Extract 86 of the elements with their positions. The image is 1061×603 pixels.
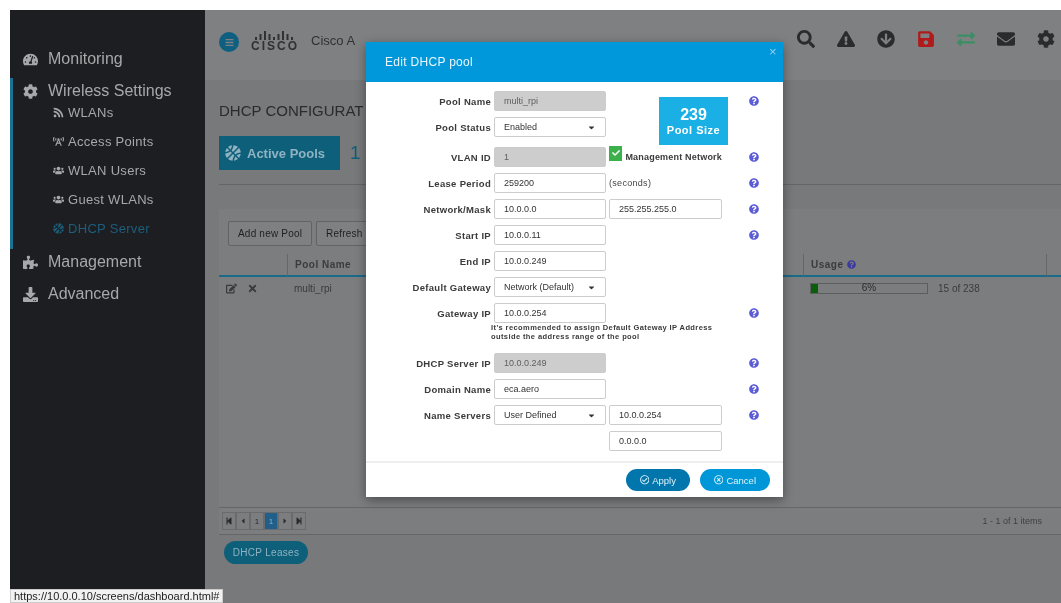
nav-item[interactable]: Monitoring bbox=[48, 50, 123, 68]
column-header: Pool Name bbox=[295, 259, 352, 270]
field-label: Lease Period bbox=[428, 177, 491, 189]
input-field[interactable]: 259200 bbox=[494, 173, 606, 193]
warning-icon[interactable] bbox=[837, 30, 855, 48]
field-label: Domain Name bbox=[424, 383, 491, 395]
field-label: Pool Name bbox=[439, 95, 491, 107]
help-icon[interactable] bbox=[749, 384, 759, 394]
field-label: Gateway IP bbox=[437, 307, 491, 319]
nav-item[interactable]: Guest WLANs bbox=[68, 192, 154, 207]
puzzle-icon bbox=[23, 254, 38, 270]
field-label: DHCP Server IP bbox=[416, 357, 491, 369]
download-icon bbox=[23, 286, 38, 302]
help-icon[interactable] bbox=[749, 152, 759, 162]
page-title: DHCP CONFIGURAT bbox=[219, 102, 364, 121]
tile-label: Active Pools bbox=[247, 145, 326, 161]
toolbar-button[interactable]: Add new Pool bbox=[228, 221, 313, 246]
apply-button[interactable]: Apply bbox=[625, 469, 690, 491]
input-field[interactable]: 10.0.0.254 bbox=[494, 303, 606, 323]
input-field[interactable]: 10.0.0.249 bbox=[494, 353, 606, 373]
field-label: Start IP bbox=[455, 229, 491, 241]
help-icon[interactable] bbox=[846, 260, 856, 269]
nav-item[interactable]: Management bbox=[48, 253, 142, 271]
select-field[interactable]: User Defined bbox=[494, 405, 606, 425]
tower-icon bbox=[53, 136, 64, 147]
page-input[interactable]: 1 bbox=[250, 512, 264, 530]
first-page-icon[interactable] bbox=[222, 512, 236, 530]
usage-count: 15 of 238 bbox=[938, 282, 980, 294]
nav-item[interactable]: WLANs bbox=[68, 105, 114, 120]
help-icon[interactable] bbox=[749, 230, 759, 240]
pool-size-value: 239 bbox=[680, 106, 707, 124]
nav-item[interactable]: Wireless Settings bbox=[48, 82, 172, 100]
unit-label: (seconds) bbox=[609, 178, 653, 188]
input-field[interactable]: 255.255.255.0 bbox=[609, 199, 722, 219]
input-field[interactable]: 0.0.0.0 bbox=[609, 431, 722, 451]
table-cell: multi_rpi bbox=[294, 282, 332, 294]
input-field[interactable]: 10.0.0.0 bbox=[494, 199, 606, 219]
field-label: Pool Status bbox=[435, 121, 491, 133]
dialog-title: Edit DHCP pool bbox=[385, 55, 474, 69]
input-field[interactable]: eca.aero bbox=[494, 379, 606, 399]
checkbox[interactable] bbox=[609, 145, 623, 161]
field-label: End IP bbox=[459, 255, 491, 267]
field-label: Name Servers bbox=[424, 409, 491, 421]
check-icon bbox=[611, 149, 620, 157]
help-icon[interactable] bbox=[749, 178, 759, 188]
column-header: Usage bbox=[811, 259, 844, 270]
select-field[interactable]: Network (Default) bbox=[494, 277, 606, 297]
rss-icon bbox=[53, 107, 64, 118]
settings-icon[interactable] bbox=[1037, 30, 1055, 48]
logo-text: CISCO bbox=[251, 40, 299, 52]
input-field[interactable]: multi_rpi bbox=[494, 91, 606, 111]
nav-item[interactable]: Access Points bbox=[68, 134, 154, 149]
download-icon[interactable] bbox=[877, 30, 895, 48]
search-icon[interactable] bbox=[797, 30, 815, 48]
input-field[interactable]: 10.0.0.254 bbox=[609, 405, 722, 425]
mail-icon[interactable] bbox=[997, 30, 1015, 48]
delete-icon[interactable] bbox=[247, 282, 258, 294]
checkbox-label: Management Network bbox=[625, 152, 722, 162]
help-icon[interactable] bbox=[749, 204, 759, 214]
usage-percent: 6% bbox=[860, 281, 878, 293]
input-field[interactable]: 10.0.0.249 bbox=[494, 251, 606, 271]
settings-icon bbox=[23, 83, 38, 99]
help-icon[interactable] bbox=[749, 96, 759, 106]
nav-item[interactable]: Advanced bbox=[48, 285, 120, 303]
status-url: https://10.0.0.10/screens/dashboard.html# bbox=[10, 589, 224, 603]
prev-page-icon[interactable] bbox=[236, 512, 250, 530]
help-icon[interactable] bbox=[749, 308, 759, 318]
logo-bars-icon bbox=[255, 30, 295, 40]
field-label: Network/Mask bbox=[423, 203, 491, 215]
dashboard-icon bbox=[23, 51, 38, 67]
pool-count: 1 bbox=[350, 142, 361, 164]
field-label: VLAN ID bbox=[450, 151, 491, 163]
input-field[interactable]: 10.0.0.11 bbox=[494, 225, 606, 245]
nav-item[interactable]: WLAN Users bbox=[68, 163, 147, 178]
edit-icon[interactable] bbox=[226, 282, 237, 294]
app-title: Cisco A bbox=[311, 33, 356, 48]
last-page-icon[interactable] bbox=[292, 512, 306, 530]
help-icon[interactable] bbox=[749, 358, 759, 368]
users-icon bbox=[53, 165, 64, 176]
help-icon[interactable] bbox=[749, 410, 759, 420]
field-label: Default Gateway bbox=[412, 281, 491, 293]
select-field[interactable]: Enabled bbox=[494, 117, 606, 137]
users-icon bbox=[53, 194, 64, 205]
next-page-icon[interactable] bbox=[278, 512, 292, 530]
pool-size-label: Pool Size bbox=[666, 124, 721, 136]
input-field[interactable]: 1 bbox=[494, 147, 606, 167]
